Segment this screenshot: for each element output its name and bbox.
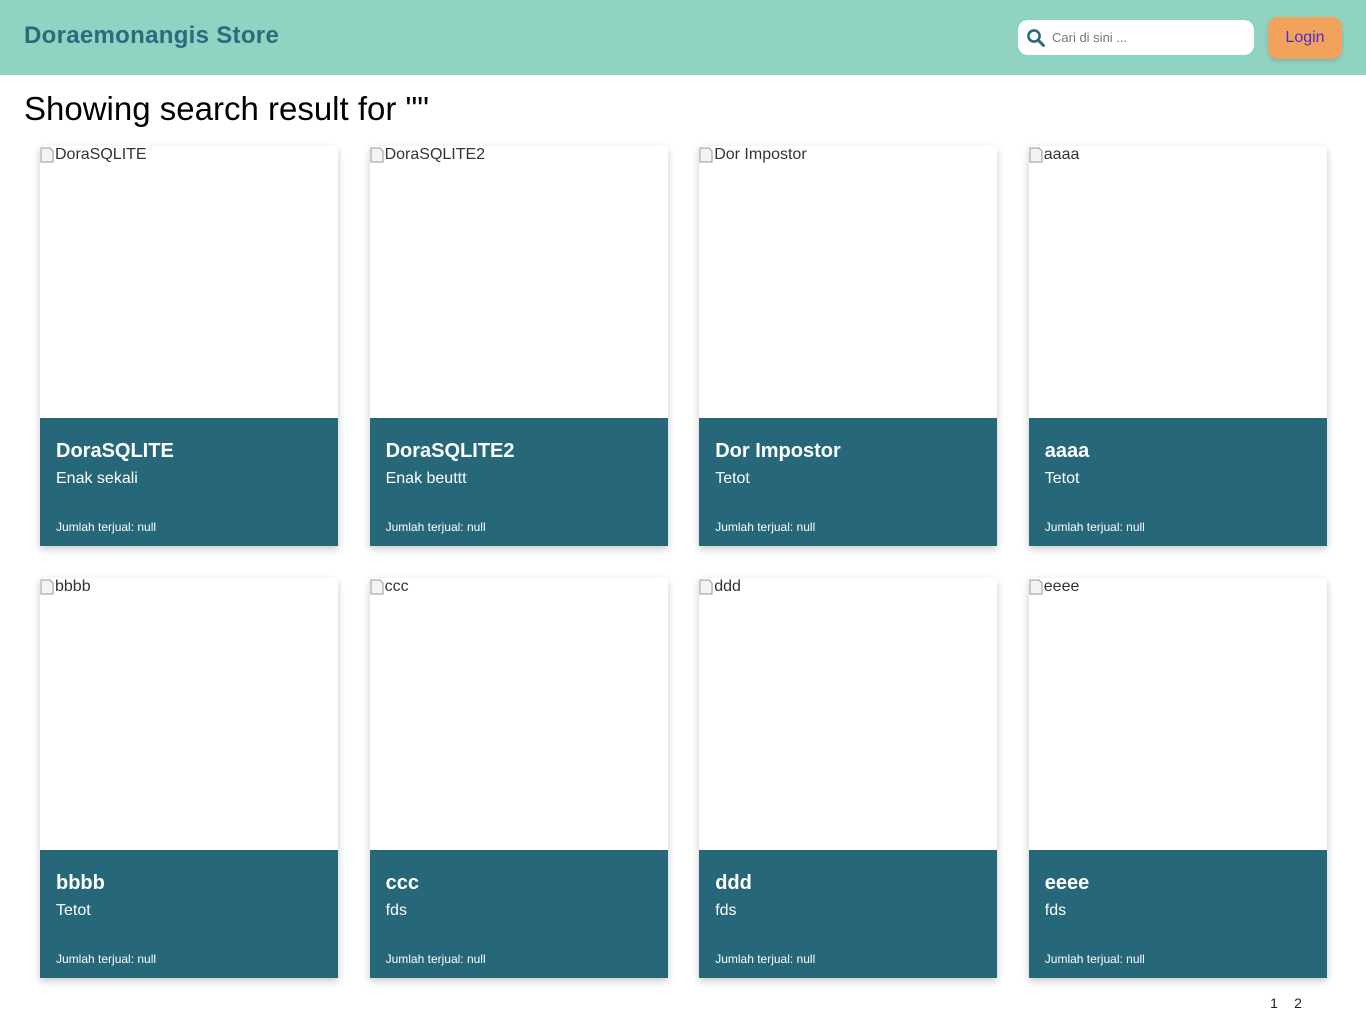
product-card[interactable]: eeee eeee fds Jumlah terjual: null: [1028, 578, 1327, 978]
image-alt-text: ddd: [714, 578, 741, 595]
broken-image-icon: [699, 579, 713, 595]
product-info: aaaa Tetot Jumlah terjual: null: [1028, 418, 1327, 546]
search-box[interactable]: [1018, 20, 1254, 55]
image-alt-text: aaaa: [1043, 146, 1080, 163]
page-link-1[interactable]: 1: [1264, 992, 1284, 1014]
product-sold-count: Jumlah terjual: null: [56, 520, 157, 534]
broken-image-icon: [370, 579, 384, 595]
product-info: DoraSQLITE2 Enak beuttt Jumlah terjual: …: [369, 418, 668, 546]
product-image[interactable]: aaaa: [1028, 146, 1327, 418]
product-info: Dor Impostor Tetot Jumlah terjual: null: [699, 418, 998, 546]
product-description: Enak sekali: [56, 470, 138, 487]
product-name: DoraSQLITE: [56, 440, 174, 462]
navbar: Doraemonangis Store Login: [0, 0, 1366, 75]
product-image[interactable]: ccc: [369, 578, 668, 850]
page-title: Showing search result for "": [24, 90, 429, 127]
product-sold-count: Jumlah terjual: null: [715, 952, 816, 966]
product-description: Tetot: [56, 902, 91, 919]
product-name: bbbb: [56, 872, 105, 894]
product-image[interactable]: DoraSQLITE: [40, 146, 338, 418]
product-name: DoraSQLITE2: [385, 440, 515, 462]
broken-image-icon: [1029, 579, 1043, 595]
product-name: eeee: [1044, 872, 1090, 894]
page-link-2[interactable]: 2: [1288, 992, 1308, 1014]
product-sold-count: Jumlah terjual: null: [1044, 520, 1145, 534]
product-description: fds: [1044, 902, 1067, 919]
product-description: fds: [385, 902, 407, 919]
product-sold-count: Jumlah terjual: null: [56, 952, 157, 966]
product-card[interactable]: ddd ddd fds Jumlah terjual: null: [699, 578, 998, 978]
image-alt-text: DoraSQLITE2: [384, 146, 486, 163]
product-sold-count: Jumlah terjual: null: [1044, 952, 1145, 966]
product-card[interactable]: aaaa aaaa Tetot Jumlah terjual: null: [1028, 146, 1327, 546]
image-alt-text: DoraSQLITE: [55, 146, 147, 163]
product-card[interactable]: DoraSQLITE DoraSQLITE Enak sekali Jumlah…: [40, 146, 338, 546]
product-info: bbbb Tetot Jumlah terjual: null: [40, 850, 338, 978]
image-alt-text: eeee: [1043, 578, 1080, 595]
product-sold-count: Jumlah terjual: null: [715, 520, 816, 534]
image-alt-text: bbbb: [55, 578, 91, 595]
product-image[interactable]: DoraSQLITE2: [369, 146, 668, 418]
product-name: aaaa: [1044, 440, 1090, 462]
product-description: Tetot: [1044, 470, 1080, 487]
product-image[interactable]: bbbb: [40, 578, 338, 850]
product-info: DoraSQLITE Enak sekali Jumlah terjual: n…: [40, 418, 338, 546]
product-image[interactable]: ddd: [699, 578, 998, 850]
product-image[interactable]: eeee: [1028, 578, 1327, 850]
product-info: ccc fds Jumlah terjual: null: [369, 850, 668, 978]
search-icon[interactable]: [1026, 28, 1046, 48]
product-card[interactable]: ccc ccc fds Jumlah terjual: null: [369, 578, 668, 978]
product-sold-count: Jumlah terjual: null: [385, 520, 486, 534]
product-image[interactable]: Dor Impostor: [699, 146, 998, 418]
product-description: fds: [715, 902, 737, 919]
pagination: 1 2: [1264, 992, 1308, 1014]
login-button[interactable]: Login: [1268, 17, 1342, 59]
product-description: Enak beuttt: [385, 470, 467, 487]
broken-image-icon: [40, 147, 54, 163]
brand-logo-text[interactable]: Doraemonangis Store: [24, 22, 279, 50]
product-name: ccc: [385, 872, 419, 894]
product-card[interactable]: bbbb bbbb Tetot Jumlah terjual: null: [40, 578, 338, 978]
broken-image-icon: [370, 147, 384, 163]
product-card[interactable]: Dor Impostor Dor Impostor Tetot Jumlah t…: [699, 146, 998, 546]
broken-image-icon: [40, 579, 54, 595]
image-alt-text: Dor Impostor: [714, 146, 807, 163]
product-info: ddd fds Jumlah terjual: null: [699, 850, 998, 978]
product-grid: DoraSQLITE DoraSQLITE Enak sekali Jumlah…: [40, 146, 1327, 978]
product-info: eeee fds Jumlah terjual: null: [1028, 850, 1327, 978]
broken-image-icon: [699, 147, 713, 163]
product-name: Dor Impostor: [715, 440, 841, 462]
search-input[interactable]: [1052, 22, 1242, 53]
broken-image-icon: [1029, 147, 1043, 163]
product-sold-count: Jumlah terjual: null: [385, 952, 486, 966]
image-alt-text: ccc: [384, 578, 409, 595]
product-card[interactable]: DoraSQLITE2 DoraSQLITE2 Enak beuttt Juml…: [369, 146, 668, 546]
product-name: ddd: [715, 872, 752, 894]
product-description: Tetot: [715, 470, 750, 487]
